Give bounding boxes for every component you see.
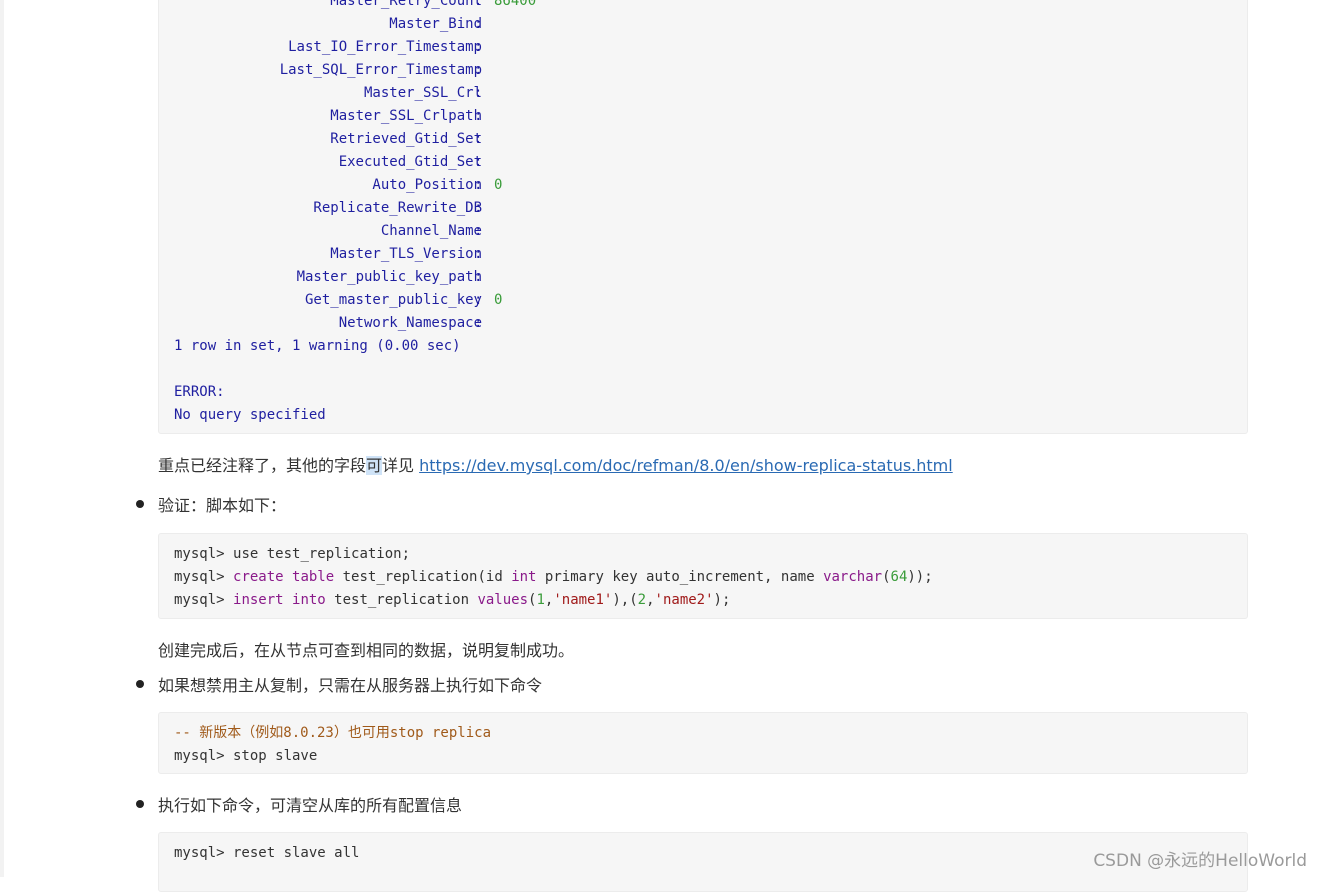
mysql-prompt: mysql> [174,546,234,562]
reset-bullet-text: 执行如下命令，可清空从库的所有配置信息 [158,796,463,815]
status-field-value: 86400 [494,0,537,9]
status-field-row: Channel_Name: [174,220,1247,243]
status-field-row: Last_IO_Error_Timestamp: [174,36,1247,59]
status-field-colon: : [474,16,483,32]
bullet-dot [136,680,144,688]
status-field-colon: : [474,246,483,262]
status-field-colon: : [474,223,483,239]
sql-keyword: int [511,569,537,585]
status-field-colon: : [474,0,483,9]
status-field-key: Last_SQL_Error_Timestamp [279,62,482,78]
csdn-watermark: CSDN @永远的HelloWorld [1093,851,1307,871]
code-line: mysql> create table test_replication(id … [174,566,1232,589]
code-text: , [646,592,655,608]
note-text-before: 重点已经注释了，其他的字段 [158,456,367,475]
status-field-colon: : [474,62,483,78]
status-field-row: Auto_Position:0 [174,174,1247,197]
status-field-colon: : [474,315,483,331]
status-field-key: Master_TLS_Version [330,246,482,262]
error-message: No query specified [174,407,326,423]
verify-bullet-text: 验证：脚本如下： [158,496,287,515]
status-field-key: Retrieved_Gtid_Set [330,131,482,147]
status-field-row: Master_SSL_Crl: [174,82,1247,105]
code-line: mysql> stop slave [174,748,318,764]
status-field-key: Network_Namespace [338,315,482,331]
status-field-key: Master_SSL_Crl [363,85,482,101]
code-text: test_replication [325,592,478,608]
status-field-key: Master_public_key_path [296,269,482,285]
error-label: ERROR: [174,384,225,400]
status-field-key: Auto_Position [372,177,482,193]
code-line: mysql> use test_replication; [174,543,1232,566]
code-text: test_replication(id [334,569,512,585]
bullet-dot [136,800,144,808]
sql-keyword: varchar [823,569,883,585]
status-field-value: 0 [494,292,503,308]
status-field-row: Master_public_key_path: [174,266,1247,289]
status-field-key: Master_SSL_Crlpath [330,108,482,124]
status-field-colon: : [474,39,483,55]
mysql-prompt: mysql> [174,569,234,585]
sql-keyword: insert into [233,592,326,608]
sql-number: 64 [890,569,908,585]
status-field-key: Executed_Gtid_Set [338,154,482,170]
status-field-key: Replicate_Rewrite_DB [313,200,482,216]
status-field-row: Network_Namespace: [174,312,1247,335]
note-paragraph: 重点已经注释了，其他的字段可详见 https://dev.mysql.com/d… [158,452,953,476]
reset-code-block: mysql> reset slave all [158,832,1248,892]
note-highlighted-char: 可 [366,456,383,475]
sql-number: 1 [536,592,545,608]
status-field-colon: : [474,177,483,193]
row-summary: 1 row in set, 1 warning (0.00 sec) [174,338,461,354]
status-field-list: Master_Retry_Count:86400 Master_Bind: Last… [174,0,1247,335]
status-field-key: Last_IO_Error_Timestamp [288,39,482,55]
status-field-key: Master_Retry_Count [330,0,482,9]
status-field-key: Channel_Name [380,223,482,239]
code-text: use test_replication; [233,546,411,562]
status-field-row: Executed_Gtid_Set: [174,151,1247,174]
slave-status-output-block: Master_Retry_Count:86400 Master_Bind: Last… [158,0,1248,434]
status-field-row: Retrieved_Gtid_Set: [174,128,1247,151]
sql-keyword: create table [233,569,335,585]
status-field-colon: : [474,85,483,101]
status-field-colon: : [474,269,483,285]
code-line: mysql> reset slave all [174,845,360,861]
bullet-dot [136,500,144,508]
code-text: ); [713,592,731,608]
status-field-row: Last_SQL_Error_Timestamp: [174,59,1247,82]
verify-code-block: mysql> use test_replication; mysql> crea… [158,533,1248,619]
sql-string: 'name1' [553,592,613,608]
verify-result-text: 创建完成后，在从节点可查到相同的数据，说明复制成功。 [158,641,575,660]
status-field-colon: : [474,200,483,216]
code-text: primary key auto_increment, name [536,569,824,585]
code-text: ( [882,569,891,585]
status-field-row: Master_Retry_Count: 86400 [174,0,1247,13]
status-field-colon: : [474,108,483,124]
disable-bullet-text: 如果想禁用主从复制，只需在从服务器上执行如下命令 [158,676,543,695]
disable-code-block: -- 新版本（例如8.0.23）也可用stop replica mysql> s… [158,712,1248,774]
note-text-after: 详见 [382,456,420,475]
status-field-row: Master_SSL_Crlpath: [174,105,1247,128]
status-field-colon: : [474,292,483,308]
status-field-row: Get_master_public_key:0 [174,289,1247,312]
code-text: ),( [612,592,638,608]
sql-string: 'name2' [654,592,714,608]
status-field-colon: : [474,131,483,147]
page-left-edge [0,0,4,877]
status-field-colon: : [474,154,483,170]
status-field-key: Master_Bind [389,16,482,32]
status-field-row: Master_Bind: [174,13,1247,36]
code-comment: -- 新版本（例如8.0.23）也可用stop replica [174,725,492,741]
status-field-value: 0 [494,177,503,193]
sql-keyword: values [477,592,529,608]
code-text: )); [907,569,933,585]
status-field-key: Get_master_public_key [304,292,482,308]
mysql-docs-link[interactable]: https://dev.mysql.com/doc/refman/8.0/en/… [419,456,953,475]
mysql-prompt: mysql> [174,592,234,608]
code-line: mysql> insert into test_replication valu… [174,589,1232,612]
sql-number: 2 [637,592,647,608]
status-field-row: Master_TLS_Version: [174,243,1247,266]
status-field-row: Replicate_Rewrite_DB: [174,197,1247,220]
